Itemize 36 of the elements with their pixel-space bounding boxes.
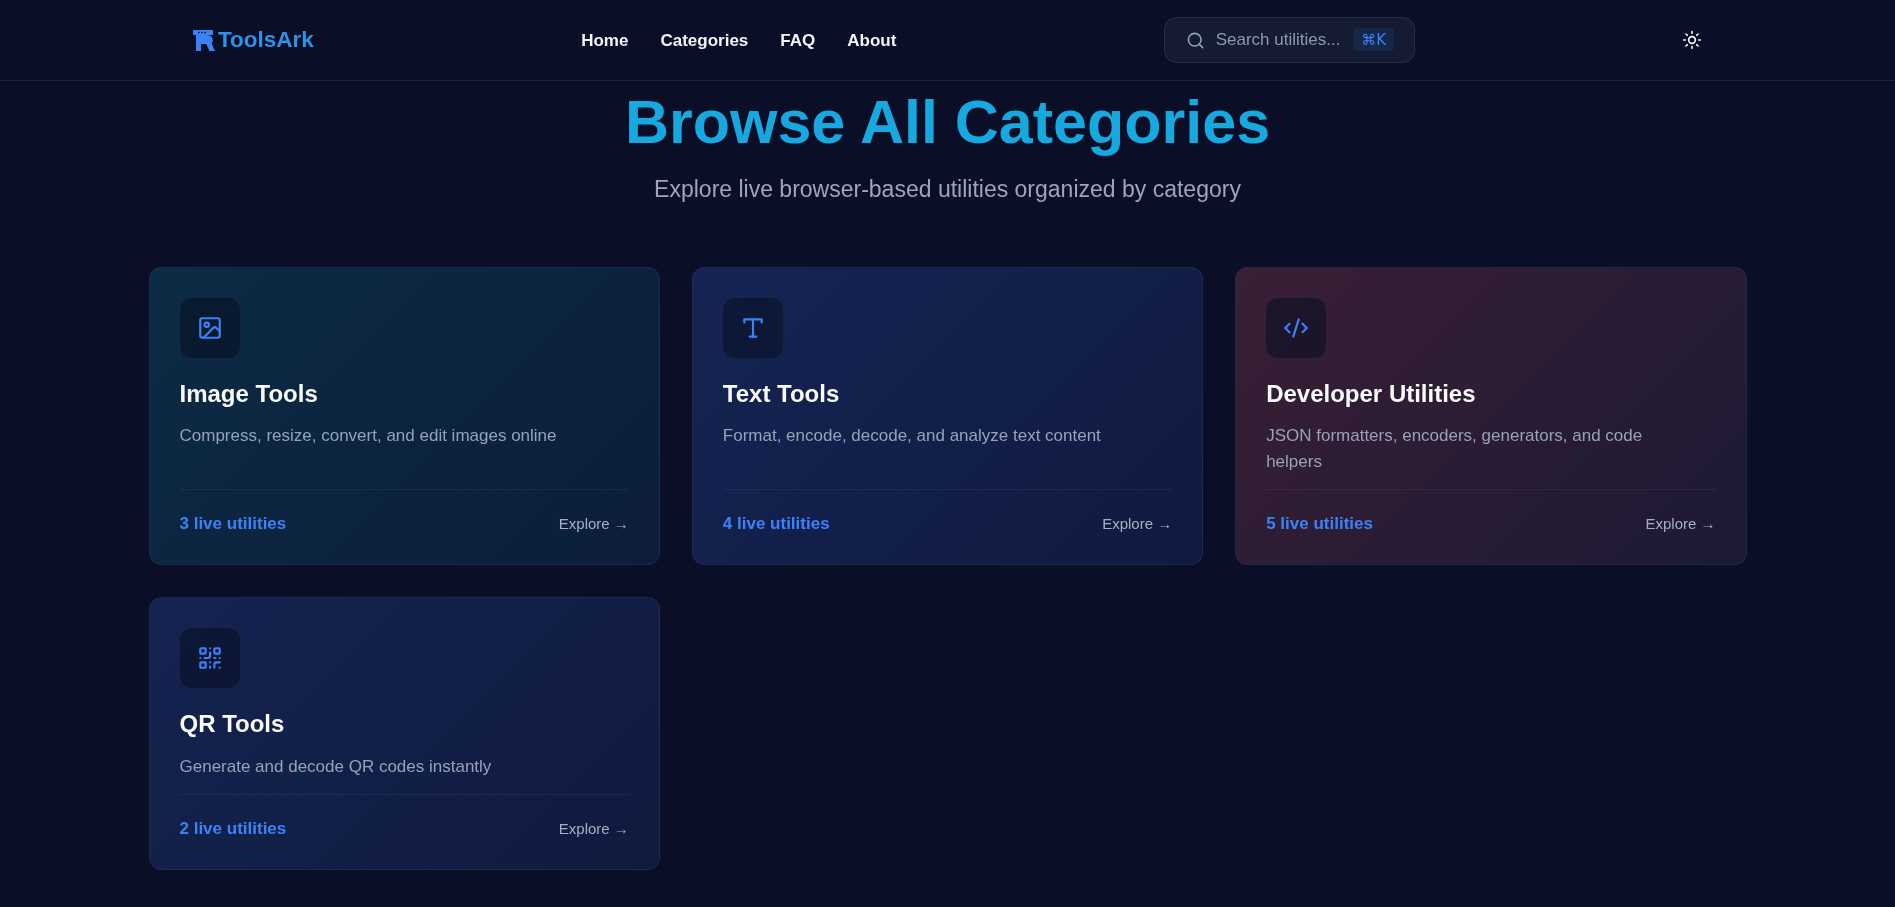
utility-count: 2 live utilities [179, 818, 287, 841]
explore-link[interactable]: Explore → [558, 513, 629, 534]
category-title: Image Tools [179, 379, 318, 410]
category-card[interactable]: Image Tools Compress, resize, convert, and edit images online 3 live utilities Explore → [148, 267, 660, 566]
explore-link[interactable]: Explore → [1645, 513, 1716, 534]
category-description: JSON formatters, encoders, generators, and code helpers [1266, 425, 1644, 473]
explore-link[interactable]: Explore → [558, 818, 629, 839]
nav-link[interactable]: Categories [660, 29, 749, 51]
picture-icon [179, 298, 240, 359]
nav-link[interactable]: Home [581, 29, 629, 51]
utility-count: 5 live utilities [1266, 513, 1373, 536]
category-title: Developer Utilities [1266, 379, 1476, 410]
category-description: Compress, resize, convert, and edit images online [179, 425, 557, 448]
utility-count: 4 live utilities [722, 513, 830, 536]
category-description: Format, encode, decode, and analyze text content [722, 425, 1101, 448]
letter-t-icon [722, 298, 783, 359]
shortcut-key: ⌘K [1353, 28, 1394, 51]
category-description: Generate and decode QR codes instantly [179, 755, 492, 778]
theme-toggle-button[interactable] [1682, 30, 1702, 50]
sun-icon [1682, 30, 1702, 50]
nav-link[interactable]: About [847, 29, 897, 51]
category-title: QR Tools [179, 709, 285, 740]
logo-link[interactable]: ToolsArk [193, 28, 314, 52]
search-icon [1185, 31, 1205, 50]
qr-code-icon [179, 628, 240, 689]
page-title: Browse All Categories [624, 89, 1271, 157]
code-brackets-icon [1266, 298, 1327, 359]
category-title: Text Tools [722, 379, 840, 410]
page-subtitle: Explore live browser-based utilities organized by category [654, 175, 1241, 205]
explore-link[interactable]: Explore → [1102, 513, 1173, 534]
utility-count: 3 live utilities [179, 513, 287, 536]
nav-link[interactable]: FAQ [780, 29, 816, 51]
category-card[interactable]: Developer Utilities JSON formatters, encoders, generators, and code helpers 5 live utilities Explore → [1235, 267, 1747, 566]
category-card[interactable]: QR Tools Generate and decode QR codes instantly 2 live utilities Explore → [148, 597, 660, 871]
category-card[interactable]: Text Tools Format, encode, decode, and analyze text content 4 live utilities Explore → [691, 267, 1204, 566]
logo-icon [193, 29, 215, 51]
